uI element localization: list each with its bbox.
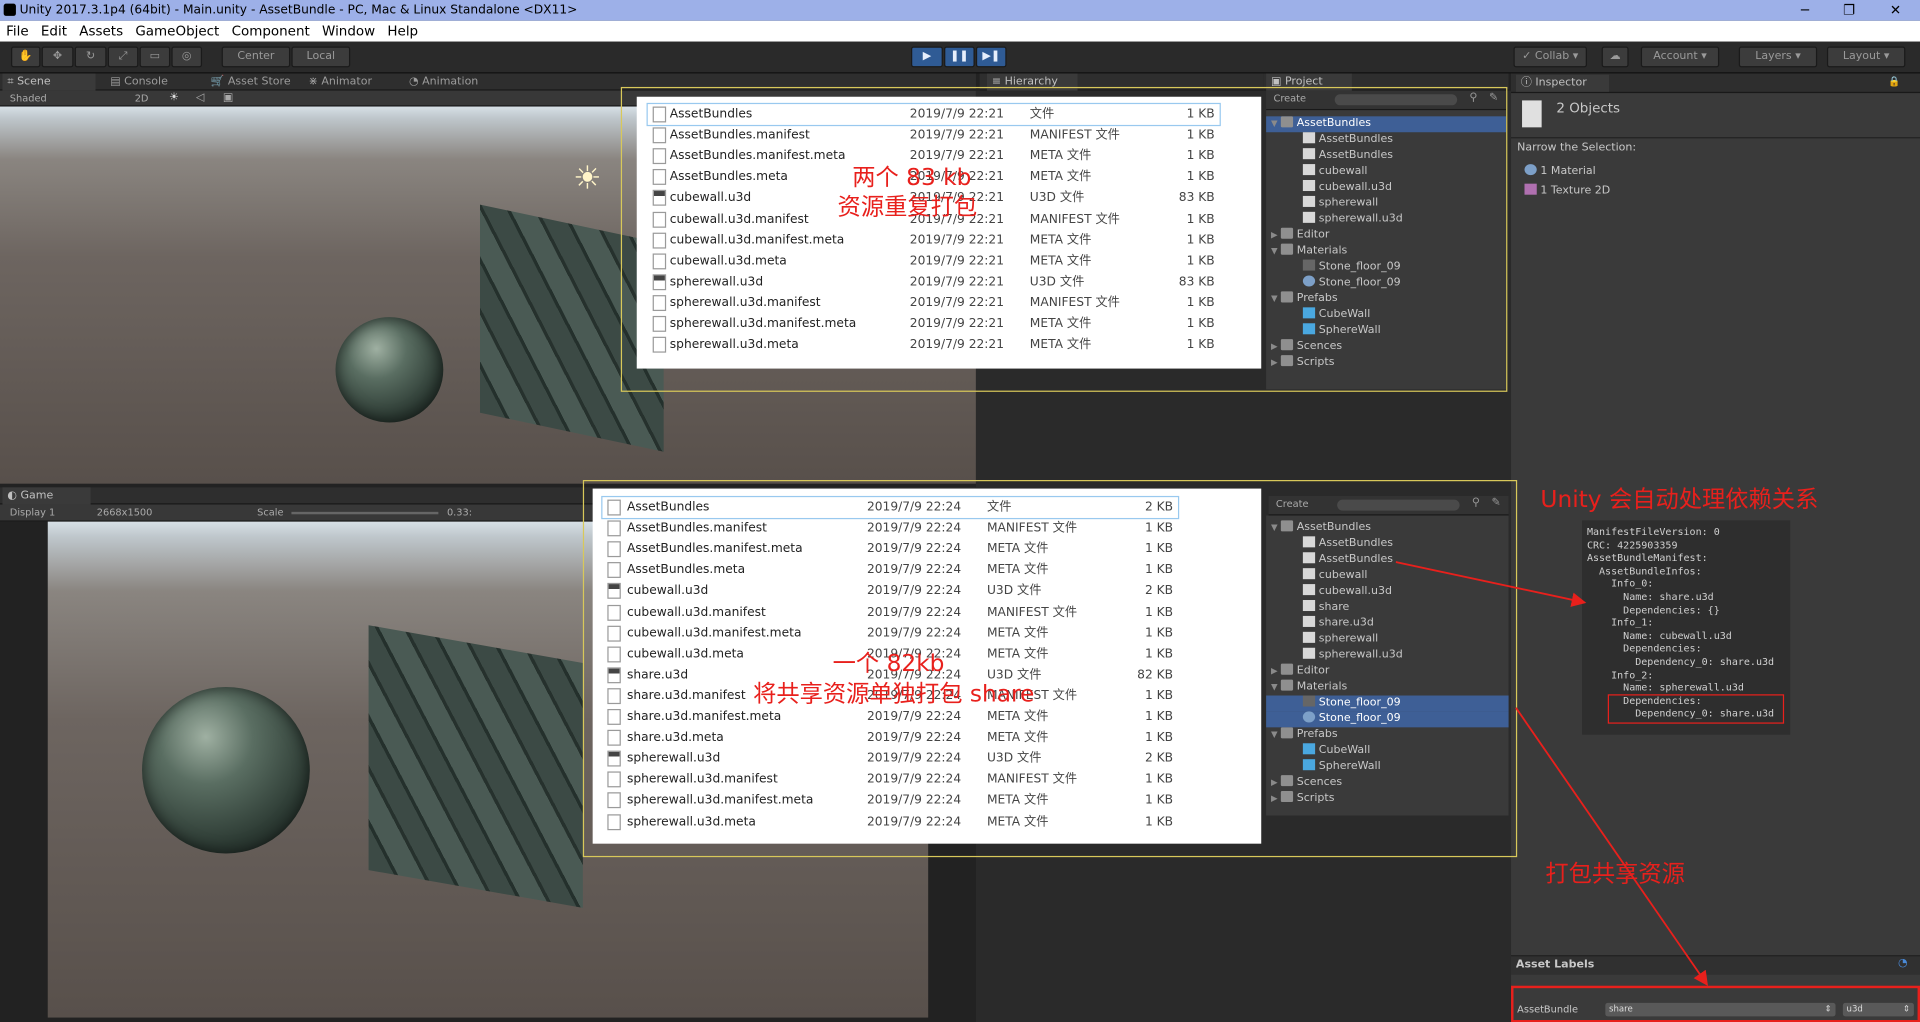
arrow-to-manifest	[1395, 561, 1587, 607]
annotation-arrows	[1395, 561, 1708, 987]
arrow-to-asset-bundle	[1515, 707, 1708, 987]
